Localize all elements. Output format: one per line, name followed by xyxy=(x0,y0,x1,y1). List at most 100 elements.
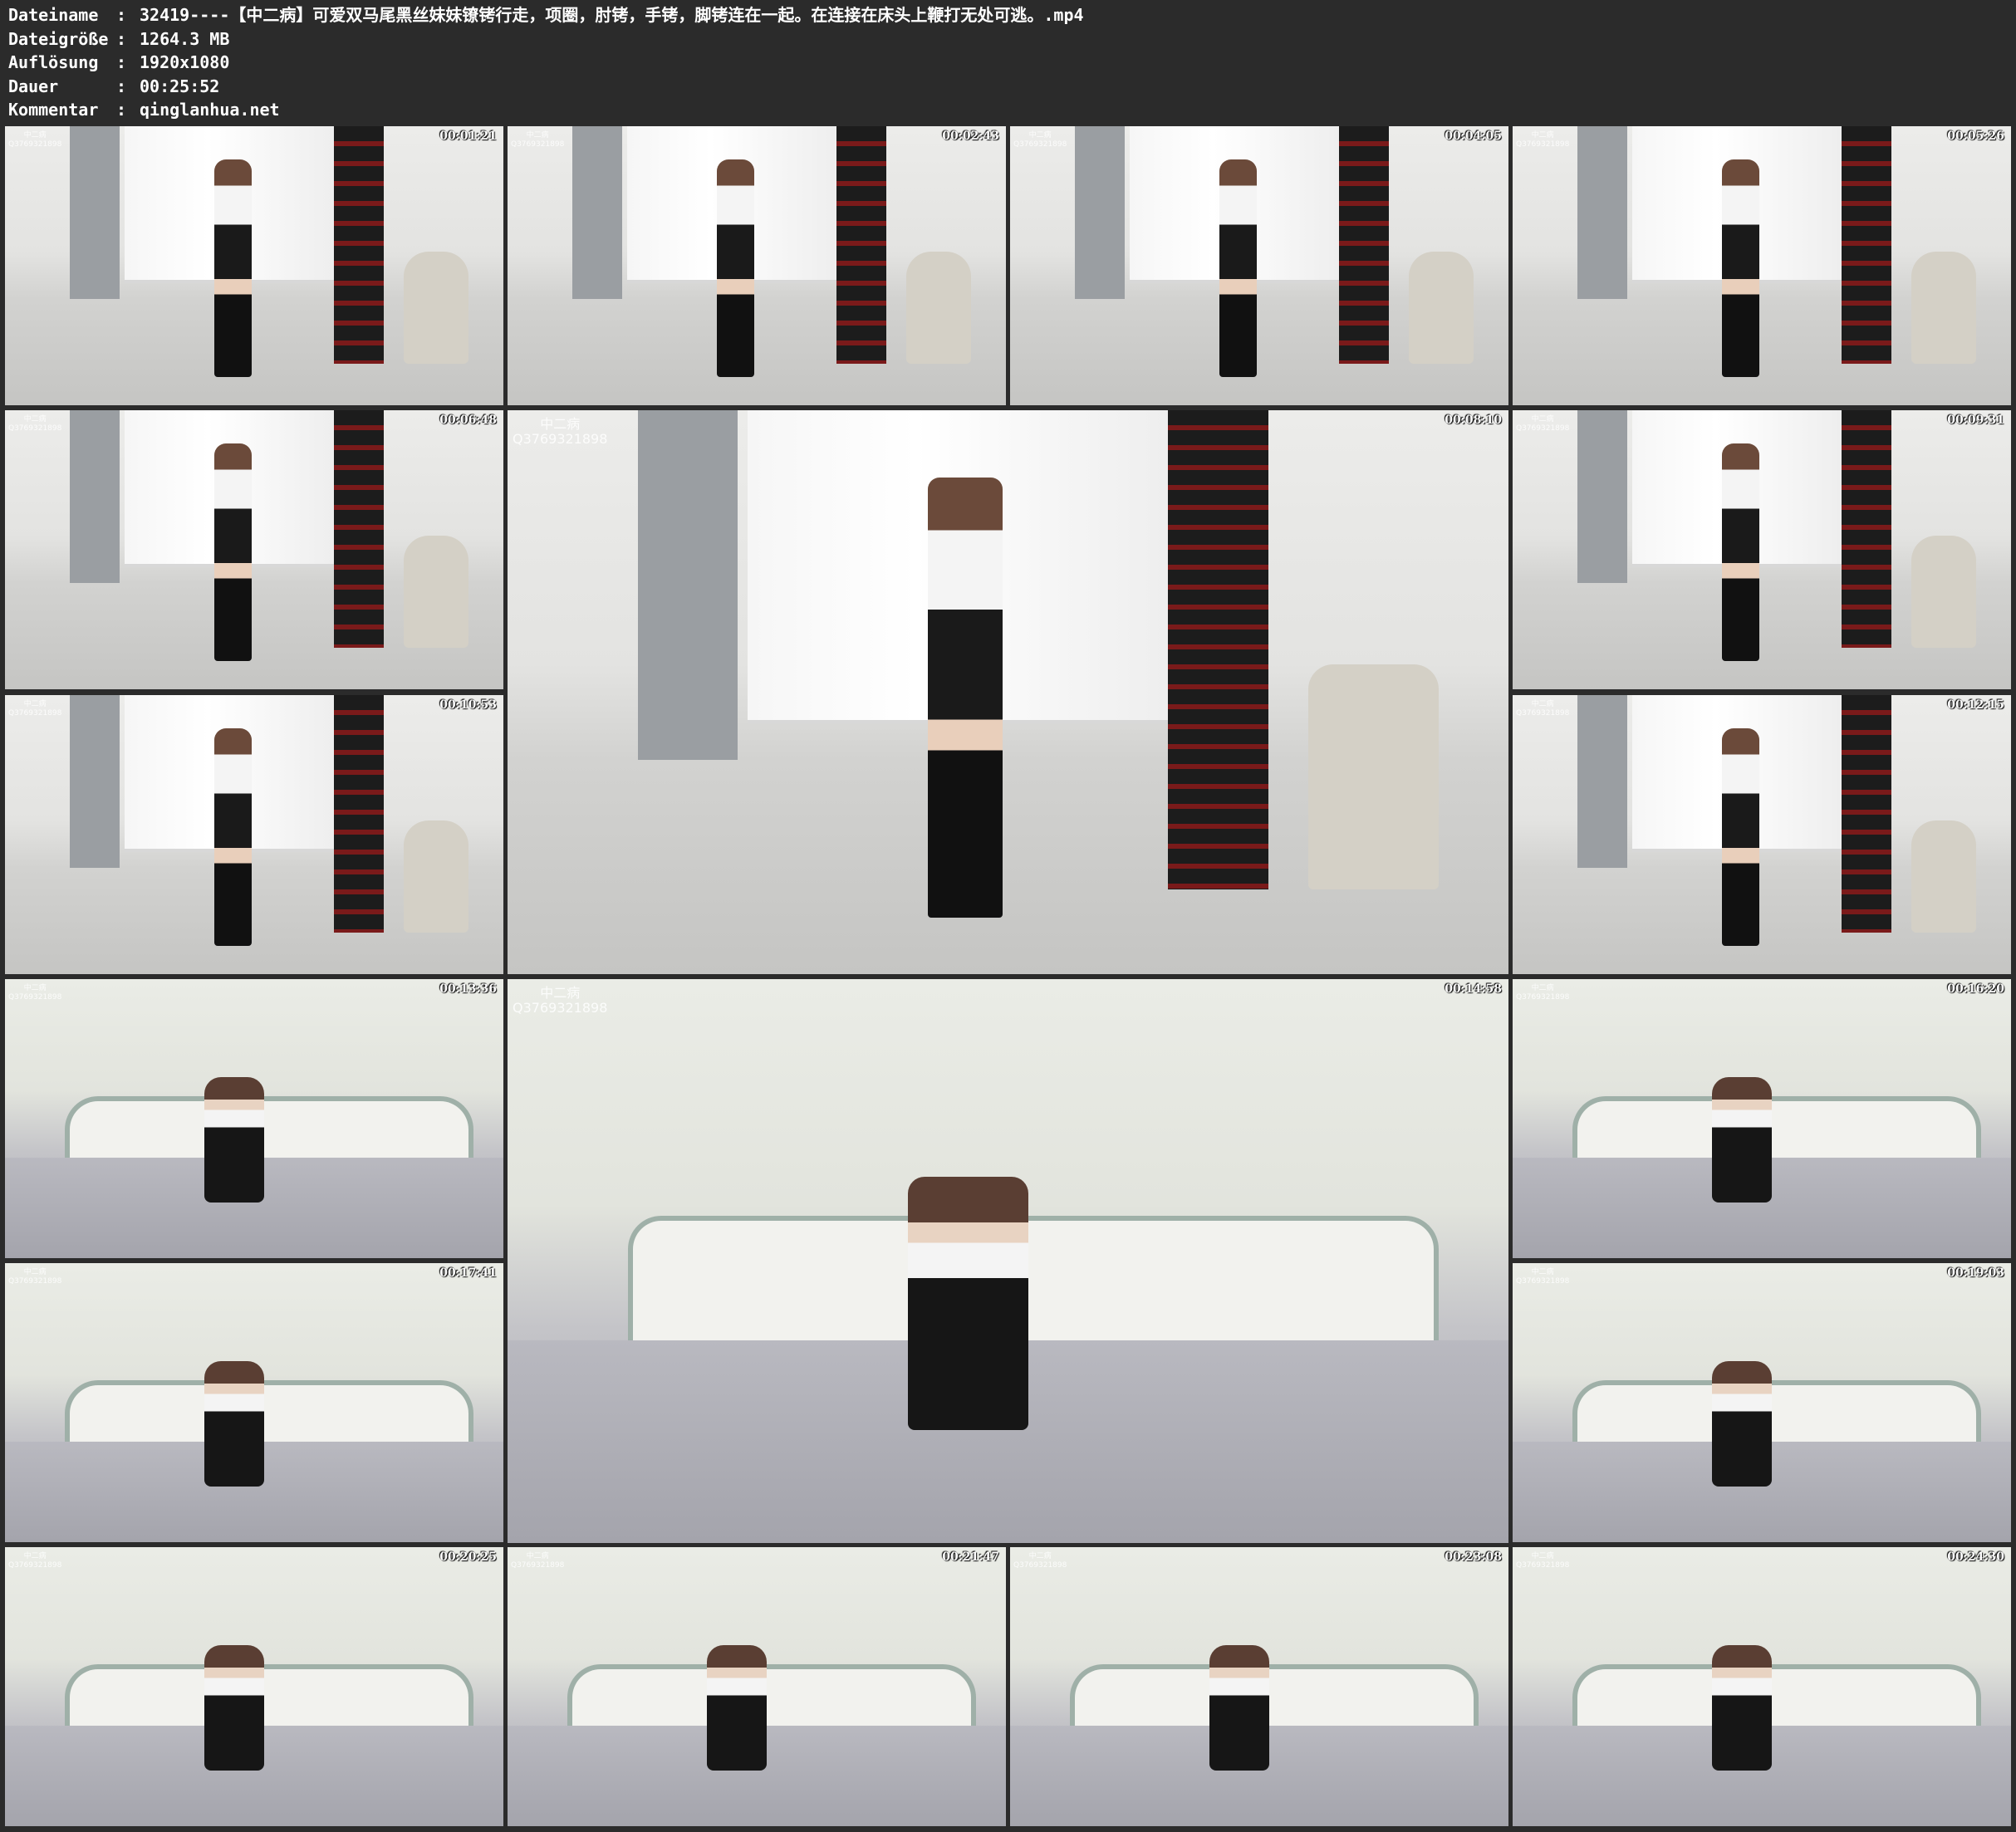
info-separator: : xyxy=(116,100,127,120)
watermark-line: Q3769321898 xyxy=(1516,140,1570,149)
rack-shape xyxy=(836,126,886,364)
rack-shape xyxy=(1168,410,1268,890)
thumbnail-timestamp: 00:24:30 xyxy=(1947,1550,2004,1564)
info-key: Dateigröße xyxy=(8,28,109,49)
watermark-line: Q3769321898 xyxy=(1013,140,1067,149)
watermark-line: 中二病 xyxy=(23,1552,47,1560)
info-row-filesize: Dateigröße : 1264.3 MB xyxy=(8,27,1084,51)
info-row-duration: Dauer : 00:25:52 xyxy=(8,75,1084,99)
info-value: 32419----【中二病】可爱双马尾黑丝妹妹镣铐行走，项圈，肘铐，手铐，脚铐连… xyxy=(140,5,1084,25)
watermark-text: 中二病 Q3769321898 xyxy=(511,1552,564,1570)
watermark-line: Q3769321898 xyxy=(1516,1277,1570,1286)
watermark-text: 中二病 Q3769321898 xyxy=(8,1552,61,1570)
watermark-line: Q3769321898 xyxy=(8,1561,62,1570)
person-figure xyxy=(908,1176,1028,1431)
rack-shape xyxy=(1842,695,1891,933)
file-info-panel: Dateiname : 32419----【中二病】可爱双马尾黑丝妹妹镣铐行走，… xyxy=(8,3,1084,122)
watermark-text: 中二病 Q3769321898 xyxy=(8,131,61,149)
person-figure xyxy=(1209,1644,1269,1771)
video-thumbnail: 中二病 Q3769321898 00:23:08 xyxy=(1010,1547,1508,1826)
watermark-line: Q3769321898 xyxy=(8,1277,62,1286)
info-row-comment: Kommentar : qinglanhua.net xyxy=(8,98,1084,122)
thumbnail-timestamp: 00:04:05 xyxy=(1445,130,1502,143)
person-figure xyxy=(1712,1360,1772,1487)
watermark-line: 中二病 xyxy=(23,131,47,140)
info-value: qinglanhua.net xyxy=(140,100,280,120)
headboard-shape xyxy=(65,1096,473,1163)
person-figure xyxy=(214,159,252,378)
watermark-line: Q3769321898 xyxy=(8,709,62,718)
person-figure xyxy=(1722,443,1759,662)
watermark-line: 中二病 xyxy=(23,1268,47,1276)
watermark-text: 中二病 Q3769321898 xyxy=(1516,415,1569,434)
headboard-shape xyxy=(1572,1096,1981,1163)
rack-shape xyxy=(1842,410,1891,648)
video-thumbnail: 中二病 Q3769321898 00:24:30 xyxy=(1513,1547,2011,1826)
headboard-shape xyxy=(1070,1664,1479,1732)
info-row-filename: Dateiname : 32419----【中二病】可爱双马尾黑丝妹妹镣铐行走，… xyxy=(8,3,1084,27)
headboard-shape xyxy=(65,1664,473,1732)
watermark-line: 中二病 xyxy=(526,1552,549,1560)
video-thumbnail: 中二病 Q3769321898 00:06:48 xyxy=(5,410,503,689)
headboard-shape xyxy=(1572,1664,1981,1732)
video-thumbnail: 中二病 Q3769321898 00:13:36 xyxy=(5,979,503,1258)
watermark-line: Q3769321898 xyxy=(1516,1561,1570,1570)
info-value: 00:25:52 xyxy=(140,76,220,96)
watermark-line: 中二病 xyxy=(1028,131,1052,140)
chair-shape xyxy=(1911,536,1976,648)
watermark-text: 中二病 Q3769321898 xyxy=(8,1268,61,1286)
curtain-shape xyxy=(637,410,738,760)
info-key: Dauer xyxy=(8,76,59,96)
watermark-text: 中二病 Q3769321898 xyxy=(8,700,61,718)
chair-shape xyxy=(404,820,468,933)
thumbnail-timestamp: 00:05:26 xyxy=(1947,130,2004,143)
watermark-line: 中二病 xyxy=(23,700,47,708)
watermark-text: 中二病 Q3769321898 xyxy=(1013,131,1067,149)
video-thumbnail: 中二病 Q3769321898 00:14:58 xyxy=(508,979,1508,1543)
person-figure xyxy=(214,728,252,947)
rack-shape xyxy=(334,410,384,648)
thumbnail-timestamp: 00:14:58 xyxy=(1445,982,1502,996)
video-thumbnail: 中二病 Q3769321898 00:12:15 xyxy=(1513,695,2011,974)
watermark-line: 中二病 xyxy=(1028,1552,1052,1560)
watermark-line: Q3769321898 xyxy=(513,431,608,447)
thumbnail-timestamp: 00:01:21 xyxy=(439,130,497,143)
headboard-shape xyxy=(1572,1380,1981,1447)
person-figure xyxy=(707,1644,767,1771)
watermark-text: 中二病 Q3769321898 xyxy=(1013,1552,1067,1570)
watermark-line: Q3769321898 xyxy=(511,1561,565,1570)
info-row-resolution: Auflösung : 1920x1080 xyxy=(8,51,1084,75)
info-key: Kommentar xyxy=(8,100,99,120)
watermark-text: 中二病 Q3769321898 xyxy=(1516,984,1569,1002)
thumbnail-timestamp: 00:12:15 xyxy=(1947,698,2004,712)
video-thumbnail: 中二病 Q3769321898 00:16:20 xyxy=(1513,979,2011,1258)
thumbnail-timestamp: 00:17:41 xyxy=(439,1266,497,1280)
watermark-line: Q3769321898 xyxy=(8,993,62,1002)
info-key: Auflösung xyxy=(8,52,99,72)
video-thumbnail: 中二病 Q3769321898 00:10:53 xyxy=(5,695,503,974)
watermark-line: Q3769321898 xyxy=(1516,709,1570,718)
watermark-line: 中二病 xyxy=(540,985,581,1001)
watermark-text: 中二病 Q3769321898 xyxy=(513,986,607,1016)
watermark-text: 中二病 Q3769321898 xyxy=(8,415,61,434)
thumbnail-timestamp: 00:10:53 xyxy=(439,698,497,712)
watermark-line: 中二病 xyxy=(23,984,47,992)
watermark-line: Q3769321898 xyxy=(8,424,62,433)
watermark-line: Q3769321898 xyxy=(1516,424,1570,433)
person-figure xyxy=(204,1644,264,1771)
person-figure xyxy=(717,159,754,378)
info-value: 1920x1080 xyxy=(140,52,230,72)
video-thumbnail: 中二病 Q3769321898 00:05:26 xyxy=(1513,126,2011,405)
curtain-shape xyxy=(1075,126,1125,300)
video-thumbnail: 中二病 Q3769321898 00:21:47 xyxy=(508,1547,1006,1826)
headboard-shape xyxy=(65,1380,473,1447)
video-thumbnail: 中二病 Q3769321898 00:20:25 xyxy=(5,1547,503,1826)
curtain-shape xyxy=(1577,410,1627,584)
info-separator: : xyxy=(116,52,127,72)
video-thumbnail: 中二病 Q3769321898 00:19:03 xyxy=(1513,1263,2011,1542)
person-figure xyxy=(204,1076,264,1203)
watermark-line: Q3769321898 xyxy=(511,140,565,149)
info-separator: : xyxy=(116,28,127,49)
rack-shape xyxy=(1339,126,1389,364)
watermark-line: 中二病 xyxy=(526,131,549,140)
